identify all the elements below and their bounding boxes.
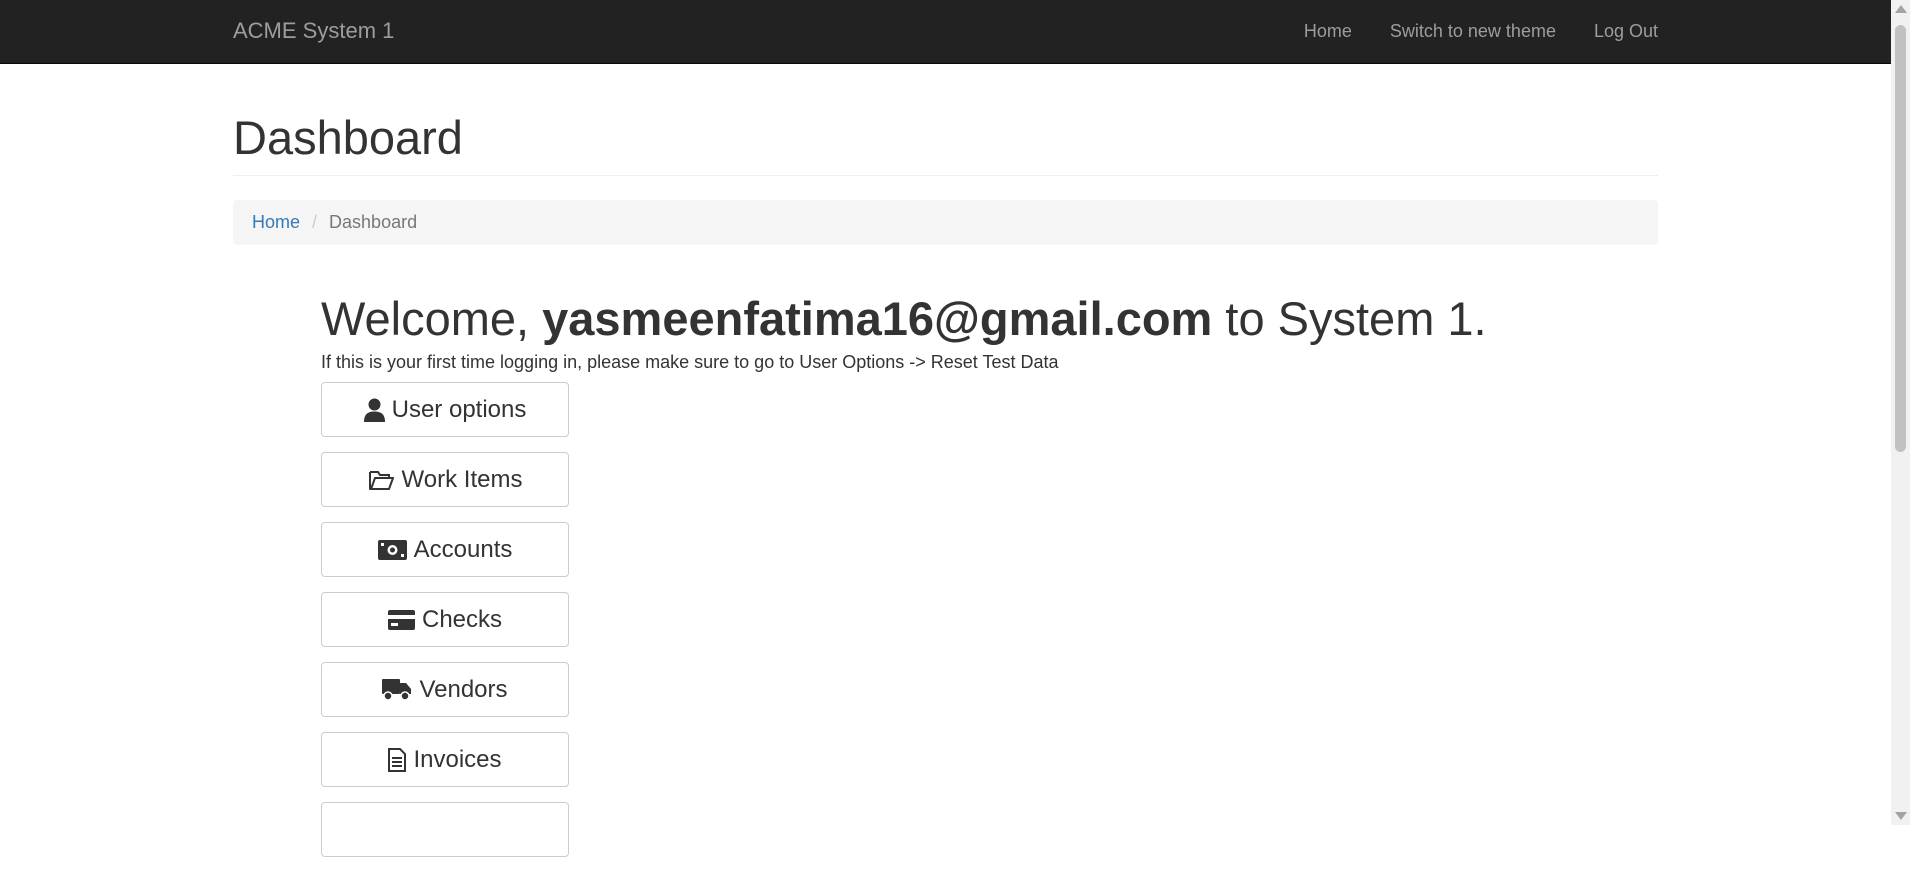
welcome-user-email: yasmeenfatima16@gmail.com	[542, 292, 1213, 345]
breadcrumb-current: Dashboard	[329, 212, 418, 232]
work-items-button[interactable]: Work Items	[321, 452, 569, 507]
breadcrumb: Home / Dashboard	[233, 200, 1658, 245]
user-icon	[363, 398, 385, 422]
top-navbar: ACME System 1 Home Switch to new theme L…	[0, 0, 1891, 64]
invoices-button[interactable]: Invoices	[321, 732, 569, 787]
vendors-button[interactable]: Vendors	[321, 662, 569, 717]
folder-open-icon	[368, 469, 395, 491]
welcome-suffix: to System 1.	[1212, 292, 1487, 345]
checks-label: Checks	[421, 605, 503, 633]
page-container: Dashboard Home / Dashboard	[233, 63, 1658, 245]
scroll-down-arrow[interactable]	[1895, 812, 1907, 820]
nav-logout-link[interactable]: Log Out	[1575, 0, 1658, 63]
nav-links: Home Switch to new theme Log Out	[1285, 0, 1658, 63]
accounts-label: Accounts	[413, 535, 513, 563]
breadcrumb-home-link[interactable]: Home	[252, 212, 300, 233]
dashboard-main: Welcome, yasmeenfatima16@gmail.com to Sy…	[321, 292, 1521, 872]
dashboard-menu: User options Work Items Accounts Checks	[321, 382, 1521, 857]
truck-icon	[382, 678, 412, 701]
invoices-label: Invoices	[413, 745, 502, 773]
work-items-label: Work Items	[401, 465, 523, 493]
checks-button[interactable]: Checks	[321, 592, 569, 647]
scroll-up-arrow[interactable]	[1895, 5, 1907, 13]
page-title: Dashboard	[233, 111, 463, 164]
credit-card-icon	[387, 609, 415, 630]
first-login-hint: If this is your first time logging in, p…	[321, 352, 1059, 372]
accounts-button[interactable]: Accounts	[321, 522, 569, 577]
nav-home-link[interactable]: Home	[1285, 0, 1371, 63]
breadcrumb-separator: /	[312, 212, 318, 232]
vendors-label: Vendors	[419, 675, 508, 703]
welcome-prefix: Welcome,	[321, 292, 543, 345]
file-invoice-icon	[388, 747, 407, 772]
user-options-button[interactable]: User options	[321, 382, 569, 437]
vertical-scrollbar[interactable]	[1891, 0, 1910, 825]
welcome-heading: Welcome, yasmeenfatima16@gmail.com to Sy…	[321, 292, 1521, 346]
money-bill-icon	[377, 539, 407, 560]
scroll-thumb[interactable]	[1895, 25, 1906, 452]
page-header: Dashboard	[233, 111, 1658, 176]
brand-link[interactable]: ACME System 1	[233, 18, 394, 44]
user-options-label: User options	[391, 395, 527, 423]
more-menu-button[interactable]	[321, 802, 569, 857]
nav-switch-theme-link[interactable]: Switch to new theme	[1371, 0, 1575, 63]
